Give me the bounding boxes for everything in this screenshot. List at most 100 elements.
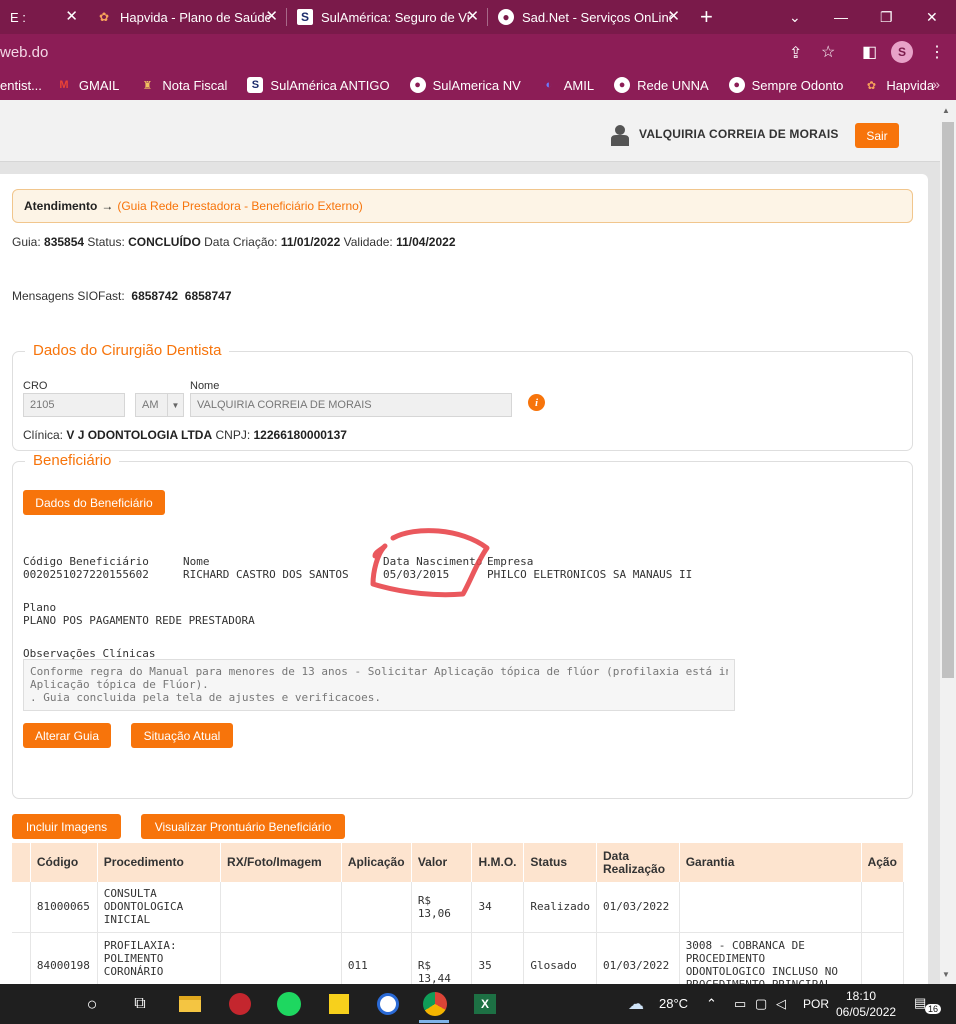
table-cell[interactable]: [861, 882, 905, 933]
status-value: CONCLUÍDO: [128, 235, 201, 249]
bookmark-item[interactable]: M GMAIL: [56, 77, 119, 93]
bookmark-item[interactable]: entist...: [0, 78, 42, 93]
volume-icon[interactable]: ◁: [776, 996, 786, 1012]
browser-tab[interactable]: S SulAmérica: Seguro de Vi ✕: [287, 0, 487, 34]
table-cell: [679, 882, 862, 933]
cro-field[interactable]: 2105: [23, 393, 125, 417]
table-header-cell: H.M.O.: [471, 843, 525, 882]
more-bookmarks-icon[interactable]: »: [932, 76, 940, 92]
bookmark-item[interactable]: ● Sempre Odonto: [728, 77, 843, 93]
tab-title: E :: [10, 9, 26, 25]
breadcrumb: Atendimento → (Guia Rede Prestadora - Be…: [12, 189, 913, 223]
chevron-down-icon[interactable]: ▼: [167, 394, 183, 416]
network-icon[interactable]: ▭: [734, 996, 746, 1012]
table-row[interactable]: 81000065 CONSULTA ODONTOLOGICA INICIAL R…: [12, 882, 905, 933]
weather-cloud-icon[interactable]: ☁: [628, 994, 644, 1014]
table-header-cell: [12, 843, 31, 882]
header-text: Realização: [603, 861, 666, 876]
include-images-button[interactable]: Incluir Imagens: [12, 814, 121, 839]
input-language[interactable]: POR: [803, 997, 829, 1011]
file-explorer-icon[interactable]: [176, 990, 204, 1018]
beneficiary-code-value: 0020251027220155602: [23, 568, 149, 581]
search-circle-icon[interactable]: ○: [78, 990, 106, 1018]
spotify-icon[interactable]: [275, 990, 303, 1018]
cell-text: CONSULTA: [103, 887, 157, 901]
chevron-up-icon[interactable]: ⌃: [706, 996, 717, 1012]
bookmark-star-icon[interactable]: ☆: [821, 42, 835, 62]
bookmark-item[interactable]: ● SulAmerica NV: [409, 77, 521, 93]
close-window-icon[interactable]: ✕: [926, 0, 938, 34]
weather-temperature[interactable]: 28°C: [659, 996, 688, 1011]
more-menu-icon[interactable]: ⋮: [929, 42, 945, 62]
side-panel-icon[interactable]: ◧: [862, 42, 877, 62]
bookmark-item[interactable]: ● Rede UNNA: [614, 77, 709, 93]
browser-tab[interactable]: ● Sad.Net - Serviços OnLine ✕: [488, 0, 688, 34]
close-tab-icon[interactable]: ✕: [265, 8, 278, 26]
sticky-notes-icon[interactable]: [325, 990, 353, 1018]
table-header-cell: Ação: [861, 843, 905, 882]
clinical-notes-line: . Guia concluida pela tela de ajustes e …: [30, 691, 381, 704]
table-cell: 34: [471, 882, 525, 933]
table-header-cell: Valor: [411, 843, 473, 882]
url-field[interactable]: web.do: [0, 44, 48, 61]
arrow-right-icon: →: [101, 199, 114, 213]
minimize-icon[interactable]: —: [834, 0, 848, 34]
cell-text: ODONTOLOGICA: [103, 900, 184, 914]
bookmark-item[interactable]: ♜ Nota Fiscal: [139, 77, 227, 93]
hapvida-flower-icon: ✿: [98, 10, 110, 24]
chrome-icon[interactable]: [421, 990, 449, 1018]
task-view-icon[interactable]: ⧉: [126, 990, 154, 1018]
browser-tab[interactable]: E : ✕: [0, 0, 86, 34]
table-header-cell: Procedimento: [97, 843, 222, 882]
view-record-button[interactable]: Visualizar Prontuário Beneficiário: [141, 814, 345, 839]
chevron-down-icon[interactable]: ⌄: [789, 0, 801, 34]
scroll-down-icon[interactable]: ▼: [942, 970, 950, 979]
profile-avatar[interactable]: S: [891, 41, 913, 63]
close-tab-icon[interactable]: ✕: [65, 8, 78, 26]
bookmark-item[interactable]: ◐ AMIL: [541, 77, 594, 93]
breadcrumb-root[interactable]: Atendimento: [24, 199, 97, 213]
current-status-button[interactable]: Situação Atual: [131, 723, 233, 748]
plan-label: Plano: [23, 601, 57, 614]
excel-icon[interactable]: X: [471, 990, 499, 1018]
close-tab-icon[interactable]: ✕: [466, 8, 479, 26]
header-text: Data: [603, 848, 630, 863]
scrollbar-thumb[interactable]: [942, 122, 954, 678]
cell-text: INICIAL: [103, 913, 151, 927]
meet-icon[interactable]: ▢: [755, 996, 767, 1012]
table-header-cell: Garantia: [679, 843, 862, 882]
antivirus-icon[interactable]: [226, 990, 254, 1018]
browser-tab[interactable]: ✿ Hapvida - Plano de Saúde ✕: [86, 0, 286, 34]
dentist-name-field[interactable]: VALQUIRIA CORREIA DE MORAIS: [190, 393, 512, 417]
bookmark-item[interactable]: S SulAmérica ANTIGO: [247, 77, 390, 93]
table-header-cell: Status: [523, 843, 597, 882]
new-tab-icon[interactable]: +: [700, 6, 713, 28]
table-header-cell: Data Realização: [596, 843, 680, 882]
clock-date: 06/05/2022: [836, 1005, 897, 1019]
logout-button[interactable]: Sair: [855, 123, 899, 148]
logged-user-name: VALQUIRIA CORREIA DE MORAIS: [639, 127, 839, 141]
restore-icon[interactable]: ❐: [880, 0, 893, 34]
creation-date-label: Data Criação:: [204, 235, 278, 249]
system-clock[interactable]: 18:10 06/05/2022: [836, 988, 897, 1020]
info-icon[interactable]: i: [528, 394, 545, 411]
siofast-values: 6858742 6858747: [131, 289, 232, 303]
clock-time: 18:10: [845, 989, 877, 1003]
table-header-row: Código Procedimento RX/Foto/Imagem Aplic…: [12, 843, 905, 882]
browser-tab-bar: E : ✕ ✿ Hapvida - Plano de Saúde ✕ S Sul…: [0, 0, 956, 34]
notification-count-badge: 16: [925, 1004, 942, 1014]
clinic-line: Clínica: V J ODONTOLOGIA LTDA CNPJ: 1226…: [23, 428, 347, 442]
amil-icon: ◐: [545, 79, 553, 91]
beneficiary-data-button[interactable]: Dados do Beneficiário: [23, 490, 165, 515]
close-tab-icon[interactable]: ✕: [667, 8, 680, 26]
alter-guide-button[interactable]: Alterar Guia: [23, 723, 111, 748]
app-shield-icon[interactable]: [374, 990, 402, 1018]
scroll-up-icon[interactable]: ▲: [942, 106, 950, 115]
beneficiary-name-value: RICHARD CASTRO DOS SANTOS: [183, 568, 349, 581]
bookmarks-bar: entist... M GMAIL ♜ Nota Fiscal S SulAméric…: [0, 70, 956, 100]
share-icon[interactable]: ⇪: [789, 43, 802, 63]
bookmark-item[interactable]: ✿ Hapvida: [863, 77, 934, 93]
hapvida-flower-icon: ✿: [866, 79, 877, 92]
table-cell: Realizado: [523, 882, 597, 933]
clinical-notes-field[interactable]: Conforme regra do Manual para menores de…: [23, 659, 735, 711]
